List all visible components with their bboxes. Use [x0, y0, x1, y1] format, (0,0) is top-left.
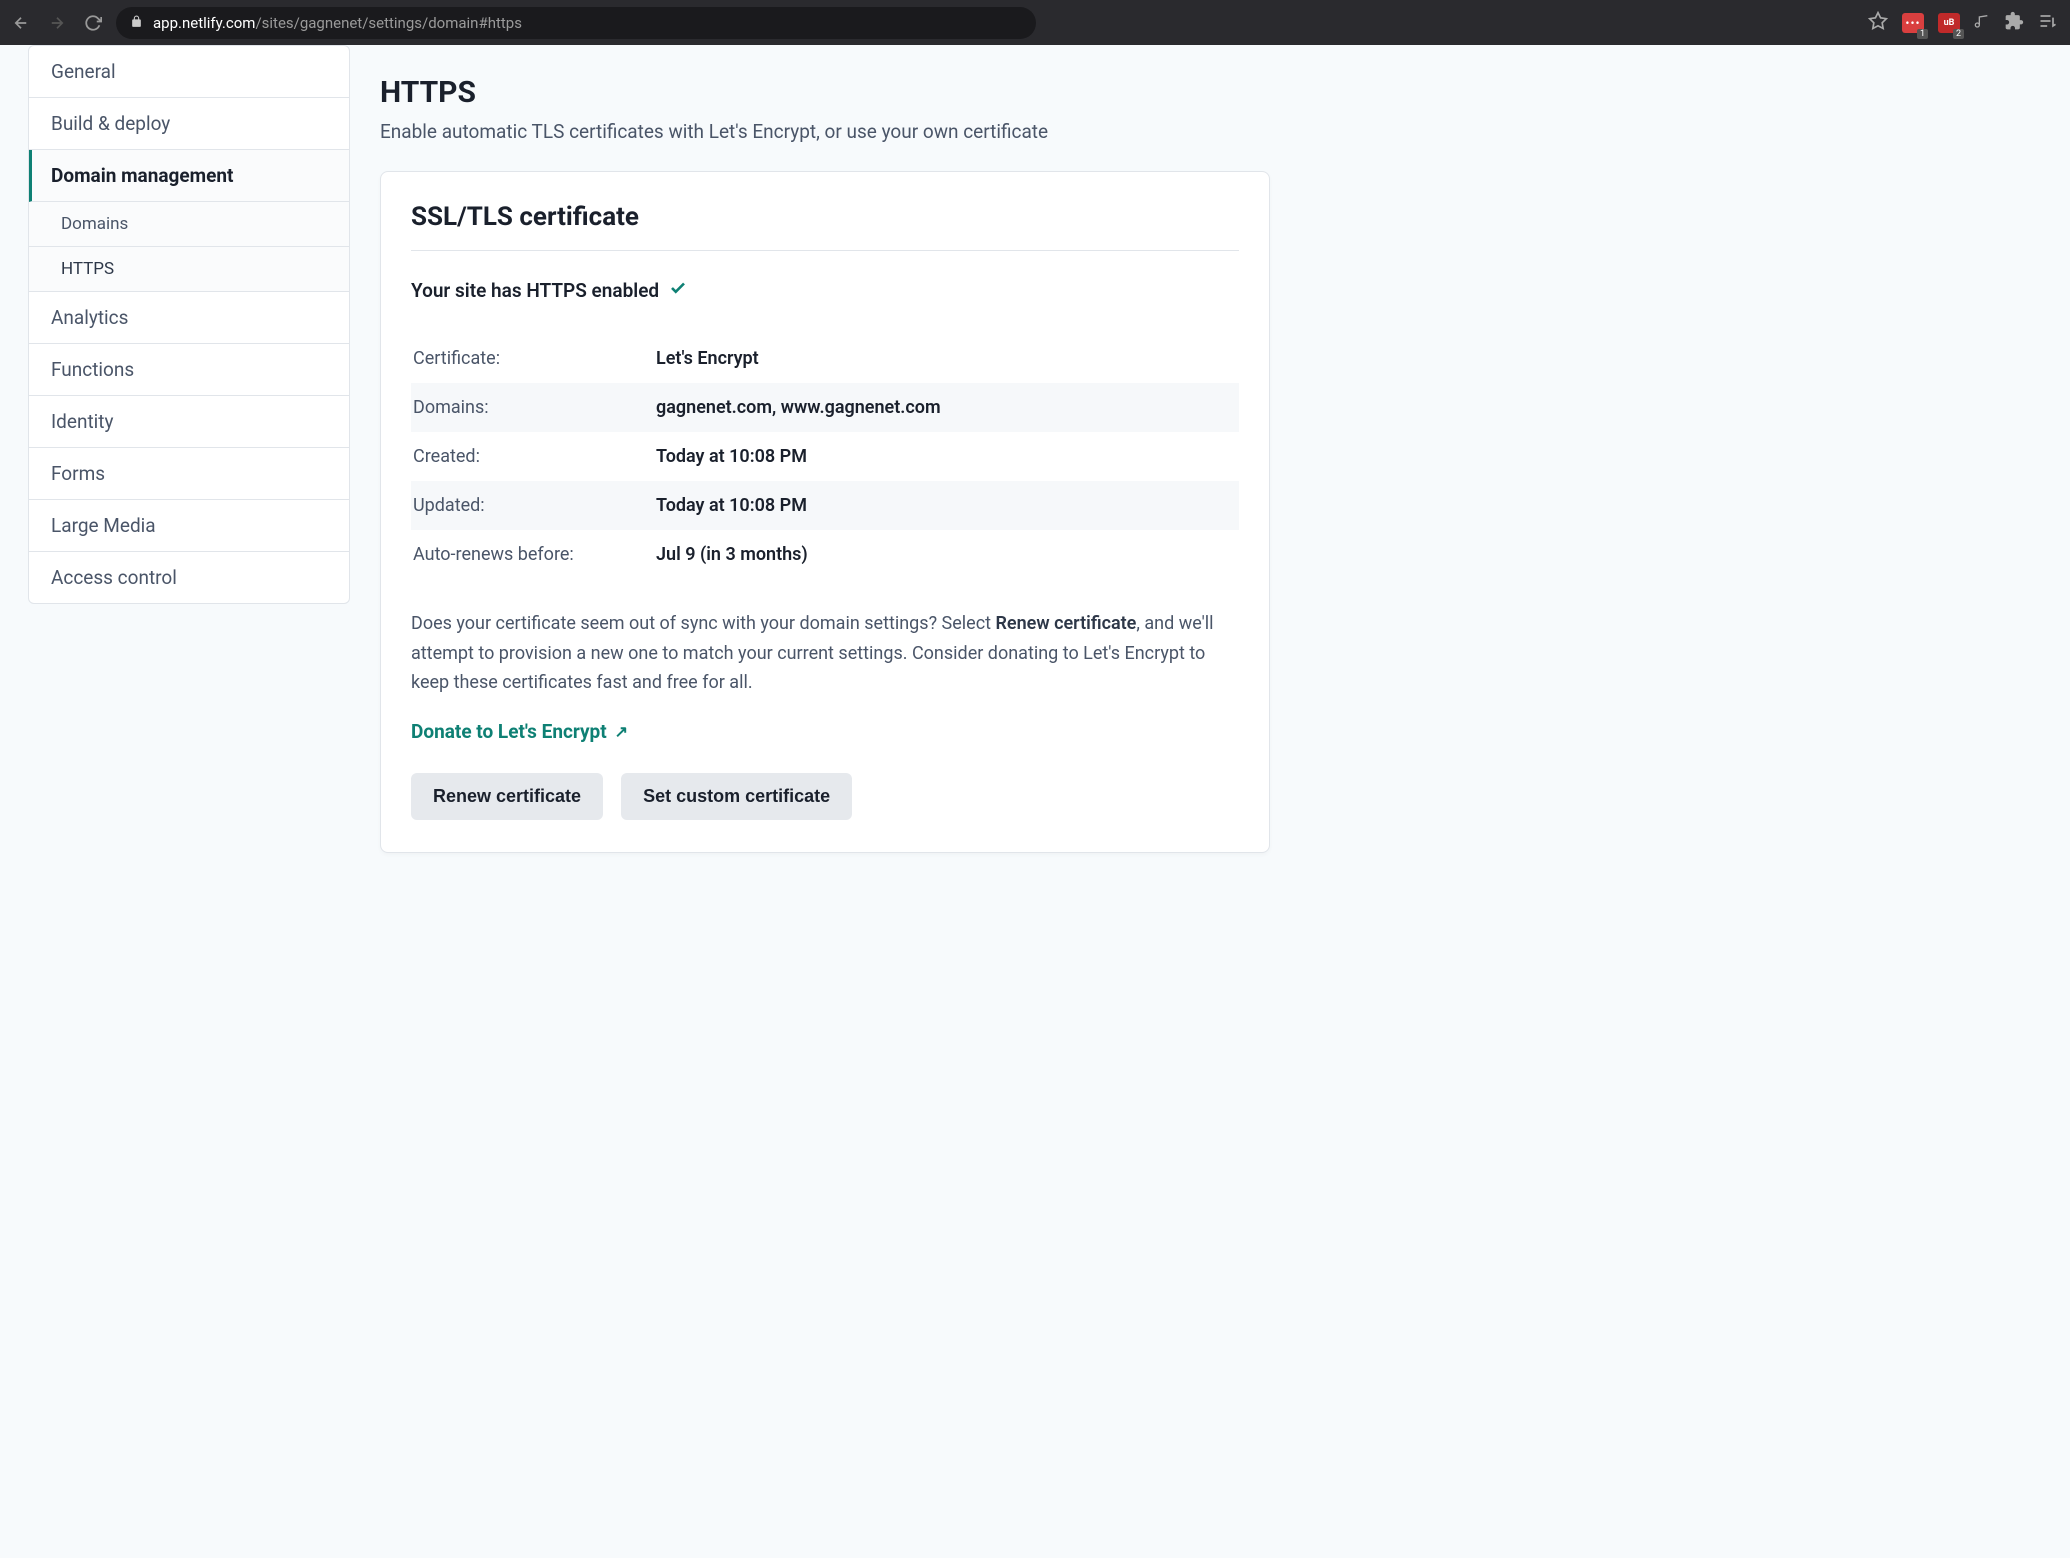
- ssl-certificate-card: SSL/TLS certificate Your site has HTTPS …: [380, 171, 1270, 853]
- table-row: Certificate: Let's Encrypt: [411, 334, 1239, 383]
- autorenew-value: Jul 9 (in 3 months): [656, 530, 1239, 579]
- sidebar-item-forms[interactable]: Forms: [29, 448, 349, 500]
- cert-value: Let's Encrypt: [656, 334, 1239, 383]
- domains-label: Domains:: [411, 383, 656, 432]
- page-title: HTTPS: [380, 75, 1270, 110]
- sidebar-item-build-deploy[interactable]: Build & deploy: [29, 98, 349, 150]
- sidebar-item-general[interactable]: General: [29, 46, 349, 98]
- https-status: Your site has HTTPS enabled: [411, 279, 1239, 302]
- extensions-puzzle-icon[interactable]: [2004, 11, 2024, 35]
- sidebar-item-access-control[interactable]: Access control: [29, 552, 349, 603]
- settings-sidebar: General Build & deploy Domain management…: [0, 45, 350, 893]
- reading-list-icon[interactable]: [2038, 11, 2058, 35]
- domains-value: gagnenet.com, www.gagnenet.com: [656, 383, 1239, 432]
- forward-button[interactable]: [48, 14, 66, 32]
- created-label: Created:: [411, 432, 656, 481]
- set-custom-certificate-button[interactable]: Set custom certificate: [621, 773, 852, 820]
- sidebar-item-functions[interactable]: Functions: [29, 344, 349, 396]
- certificate-info-table: Certificate: Let's Encrypt Domains: gagn…: [411, 334, 1239, 579]
- donate-link[interactable]: Donate to Let's Encrypt ↗: [411, 720, 628, 743]
- main-content: HTTPS Enable automatic TLS certificates …: [350, 45, 1270, 893]
- created-value: Today at 10:08 PM: [656, 432, 1239, 481]
- external-link-icon: ↗: [615, 722, 628, 741]
- nav-controls: [12, 14, 102, 32]
- lock-icon: [130, 13, 143, 32]
- sidebar-subitem-https[interactable]: HTTPS: [29, 247, 349, 292]
- url-text: app.netlify.com/sites/gagnenet/settings/…: [153, 14, 522, 32]
- updated-label: Updated:: [411, 481, 656, 530]
- cert-label: Certificate:: [411, 334, 656, 383]
- chrome-right: ••• 1 uB 2: [1868, 11, 2058, 35]
- sidebar-item-analytics[interactable]: Analytics: [29, 292, 349, 344]
- status-text: Your site has HTTPS enabled: [411, 279, 659, 302]
- table-row: Auto-renews before: Jul 9 (in 3 months): [411, 530, 1239, 579]
- sidebar-subitem-domains[interactable]: Domains: [29, 202, 349, 247]
- page-subtitle: Enable automatic TLS certificates with L…: [380, 120, 1270, 143]
- sidebar-item-identity[interactable]: Identity: [29, 396, 349, 448]
- help-text: Does your certificate seem out of sync w…: [411, 609, 1239, 698]
- bookmark-star-icon[interactable]: [1868, 11, 1888, 35]
- sidebar-item-large-media[interactable]: Large Media: [29, 500, 349, 552]
- extension-lastpass-icon[interactable]: ••• 1: [1902, 13, 1924, 33]
- card-title: SSL/TLS certificate: [411, 202, 1239, 251]
- check-icon: [669, 279, 687, 302]
- autorenew-label: Auto-renews before:: [411, 530, 656, 579]
- url-bar[interactable]: app.netlify.com/sites/gagnenet/settings/…: [116, 7, 1036, 39]
- updated-value: Today at 10:08 PM: [656, 481, 1239, 530]
- back-button[interactable]: [12, 14, 30, 32]
- sidebar-item-domain-management[interactable]: Domain management: [29, 150, 349, 202]
- table-row: Domains: gagnenet.com, www.gagnenet.com: [411, 383, 1239, 432]
- extension-ublock-icon[interactable]: uB 2: [1938, 13, 1960, 33]
- renew-certificate-button[interactable]: Renew certificate: [411, 773, 603, 820]
- table-row: Created: Today at 10:08 PM: [411, 432, 1239, 481]
- button-row: Renew certificate Set custom certificate: [411, 773, 1239, 820]
- browser-chrome: app.netlify.com/sites/gagnenet/settings/…: [0, 0, 2070, 45]
- table-row: Updated: Today at 10:08 PM: [411, 481, 1239, 530]
- reload-button[interactable]: [84, 14, 102, 32]
- extension-music-icon[interactable]: [1974, 13, 1990, 33]
